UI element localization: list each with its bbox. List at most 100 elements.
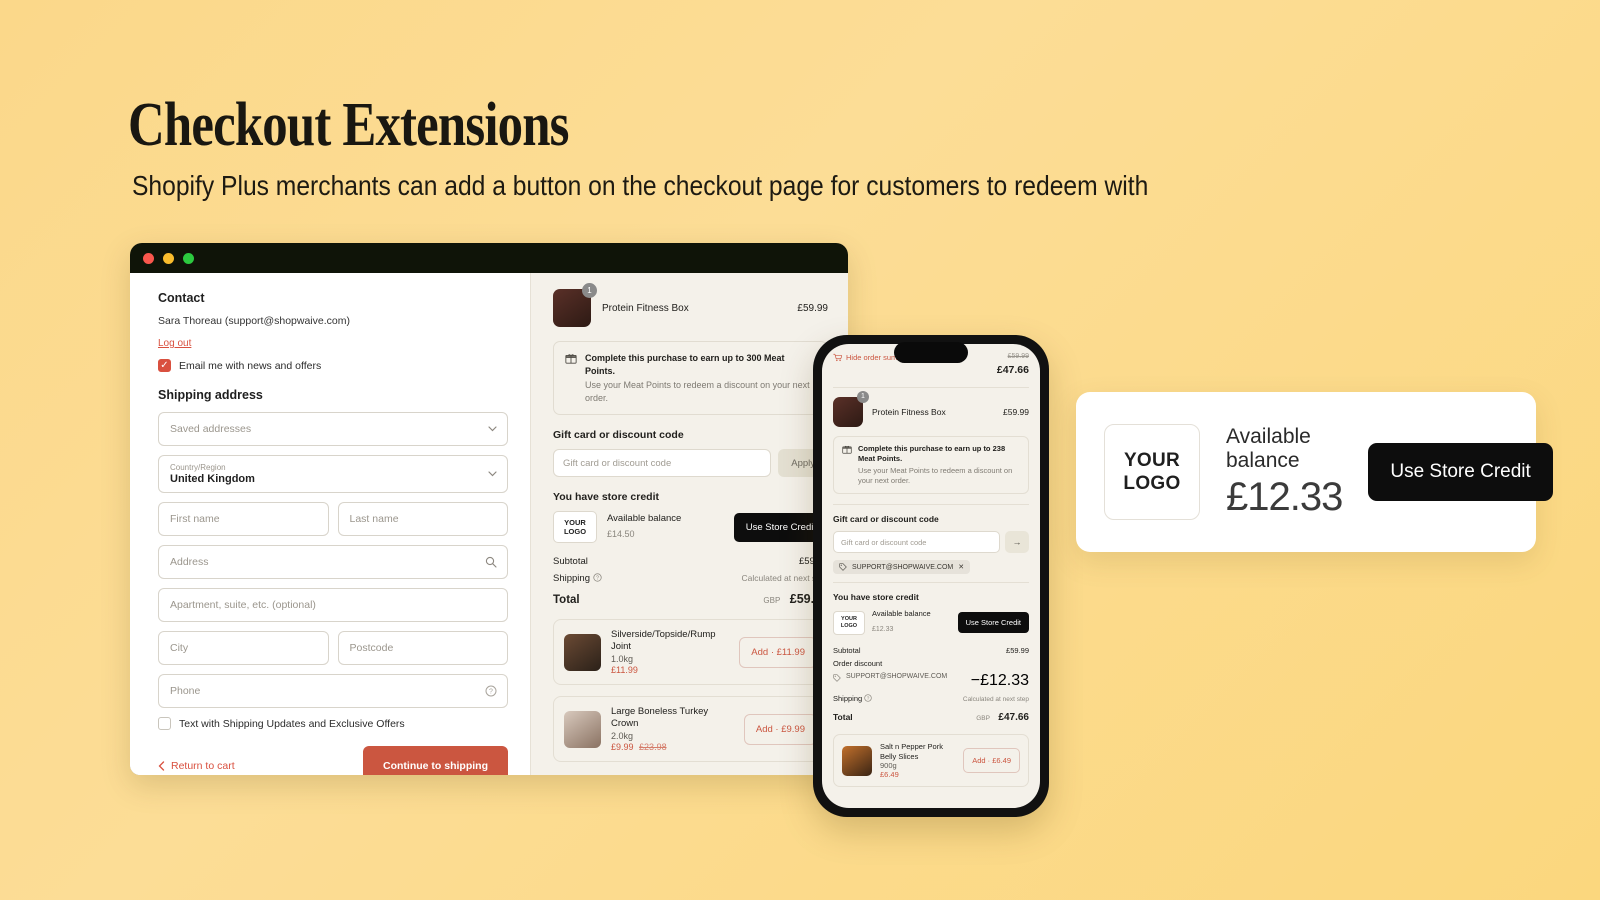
total-label: Total	[833, 712, 853, 722]
email-optin-row[interactable]: Email me with news and offers	[158, 359, 508, 372]
saved-addresses-select[interactable]: Saved addresses	[158, 412, 508, 446]
form-actions: Return to cart Continue to shipping	[158, 746, 508, 775]
continue-to-shipping-button[interactable]: Continue to shipping	[363, 746, 508, 775]
store-credit-highlight-card: YOUR LOGO Available balance £12.33 Use S…	[1076, 392, 1553, 552]
upsell-price: £6.49	[880, 770, 899, 779]
merchant-logo: YOUR LOGO	[1104, 424, 1200, 520]
subtotal-value: £59.99	[1006, 646, 1029, 655]
gift-card-input[interactable]: Gift card or discount code	[553, 449, 772, 477]
gift-icon	[565, 352, 577, 404]
upsell-add-button[interactable]: Add · £6.49	[963, 748, 1020, 773]
upsell-add-button[interactable]: Add · £11.99	[739, 636, 817, 668]
mobile-gift-card-heading: Gift card or discount code	[833, 514, 939, 524]
upsell-price: £11.99	[611, 665, 638, 675]
shipping-label: Shipping	[553, 573, 590, 584]
sms-optin-row[interactable]: Text with Shipping Updates and Exclusive…	[158, 717, 508, 730]
mobile-discount-row: SUPPORT@SHOPWAIVE.COM −£12.33	[833, 672, 1029, 690]
phone-screen: Hide order summary £59.99 £47.66 1 Prote…	[822, 344, 1040, 808]
saved-addresses-placeholder: Saved addresses	[170, 423, 252, 435]
balance-value: £14.50	[607, 528, 635, 539]
last-name-placeholder: Last name	[349, 513, 399, 525]
upsell-weight: 900g	[880, 761, 897, 770]
header-compare-price: £59.99	[1007, 353, 1029, 360]
phone-input[interactable]: Phone ?	[158, 674, 508, 708]
merchant-logo: YOUR LOGO	[833, 610, 865, 635]
city-input[interactable]: City	[158, 631, 329, 665]
phone-mockup: Hide order summary £59.99 £47.66 1 Prote…	[813, 335, 1049, 817]
upsell-compare-price: £23.98	[639, 742, 667, 752]
tag-icon	[833, 674, 841, 682]
first-name-input[interactable]: First name	[158, 502, 329, 536]
subtotal-label: Subtotal	[833, 646, 861, 655]
window-close-icon[interactable]	[143, 252, 154, 264]
email-optin-label: Email me with news and offers	[179, 359, 322, 372]
total-currency: GBP	[976, 715, 990, 722]
upsell-weight: 2.0kg	[611, 731, 634, 741]
return-to-cart-label: Return to cart	[171, 760, 235, 772]
logo-line-2: LOGO	[563, 527, 587, 536]
gift-card-input[interactable]: Gift card or discount code	[833, 531, 1000, 553]
apartment-input[interactable]: Apartment, suite, etc. (optional)	[158, 588, 508, 622]
total-value: £47.66	[998, 712, 1029, 723]
upsell-thumbnail	[564, 710, 601, 748]
tag-icon	[839, 563, 847, 571]
sms-optin-checkbox[interactable]	[158, 717, 171, 730]
chevron-left-icon	[158, 761, 165, 771]
upsell-weight: 1.0kg	[611, 654, 634, 664]
submit-discount-button[interactable]: →	[1005, 531, 1029, 553]
product-thumbnail: 1	[833, 391, 869, 427]
balance-label: Available balance	[607, 512, 682, 524]
gift-icon	[842, 444, 852, 486]
svg-text:?: ?	[489, 689, 493, 696]
shipping-value: Calculated at next step	[962, 696, 1029, 703]
help-circle-icon[interactable]: ?	[593, 573, 602, 584]
gift-card-heading: Gift card or discount code	[553, 429, 684, 441]
balance-label: Available balance	[872, 609, 931, 618]
applied-discount-chip[interactable]: SUPPORT@SHOPWAIVE.COM ✕	[833, 560, 971, 574]
upsell-item: Silverside/Topside/Rump Joint 1.0kg £11.…	[553, 619, 828, 685]
window-maximize-icon[interactable]	[183, 252, 194, 264]
upsell-thumbnail	[842, 745, 872, 776]
customer-identity: Sara Thoreau (support@shopwaive.com)	[158, 315, 350, 327]
mobile-subtotal-row: Subtotal £59.99	[833, 646, 1029, 655]
country-region-select[interactable]: Country/Region United Kingdom	[158, 455, 508, 493]
chevron-down-icon	[488, 471, 497, 477]
product-name: Protein Fitness Box	[602, 302, 689, 314]
postcode-placeholder: Postcode	[349, 642, 394, 654]
logo-line-1: YOUR	[564, 518, 586, 527]
product-price: £59.99	[797, 302, 828, 314]
email-optin-checkbox[interactable]	[158, 359, 171, 372]
header-total-price: £47.66	[996, 364, 1029, 376]
search-icon[interactable]	[485, 556, 497, 568]
divider	[833, 582, 1029, 583]
quantity-badge: 1	[857, 391, 869, 403]
upsell-add-button[interactable]: Add · £9.99	[743, 713, 817, 745]
address-input[interactable]: Address	[158, 545, 508, 579]
close-icon[interactable]: ✕	[958, 563, 964, 571]
order-discount-label: Order discount	[833, 659, 883, 668]
svg-text:?: ?	[867, 696, 870, 701]
promo-body: Use your Meat Points to redeem a discoun…	[585, 380, 810, 403]
upsell-item: Large Boneless Turkey Crown 2.0kg £9.99 …	[553, 696, 828, 762]
help-circle-icon[interactable]: ?	[485, 685, 497, 697]
window-minimize-icon[interactable]	[163, 252, 174, 264]
mobile-total-row: Total GBP £47.66	[833, 707, 1029, 725]
contact-heading: Contact	[158, 291, 205, 305]
upsell-thumbnail	[564, 633, 601, 671]
return-to-cart-link[interactable]: Return to cart	[158, 760, 235, 772]
logo-line-1: YOUR	[841, 615, 857, 622]
svg-text:?: ?	[596, 575, 599, 581]
store-credit-heading: You have store credit	[553, 491, 660, 503]
sms-optin-label: Text with Shipping Updates and Exclusive…	[179, 717, 405, 730]
last-name-input[interactable]: Last name	[337, 502, 508, 536]
logout-link[interactable]: Log out	[158, 338, 191, 349]
upsell-title: Large Boneless Turkey Crown	[611, 706, 709, 729]
discount-amount: −£12.33	[970, 672, 1029, 689]
postcode-input[interactable]: Postcode	[337, 631, 508, 665]
use-store-credit-button[interactable]: Use Store Credit	[957, 612, 1029, 633]
use-store-credit-button[interactable]: Use Store Credit	[1368, 443, 1553, 501]
checkout-page: Contact Sara Thoreau (support@shopwaive.…	[130, 273, 848, 775]
help-circle-icon[interactable]: ?	[864, 694, 872, 703]
loyalty-promo-card: Complete this purchase to earn up to 300…	[553, 341, 828, 415]
total-row: Total GBP £59.99	[553, 590, 828, 608]
